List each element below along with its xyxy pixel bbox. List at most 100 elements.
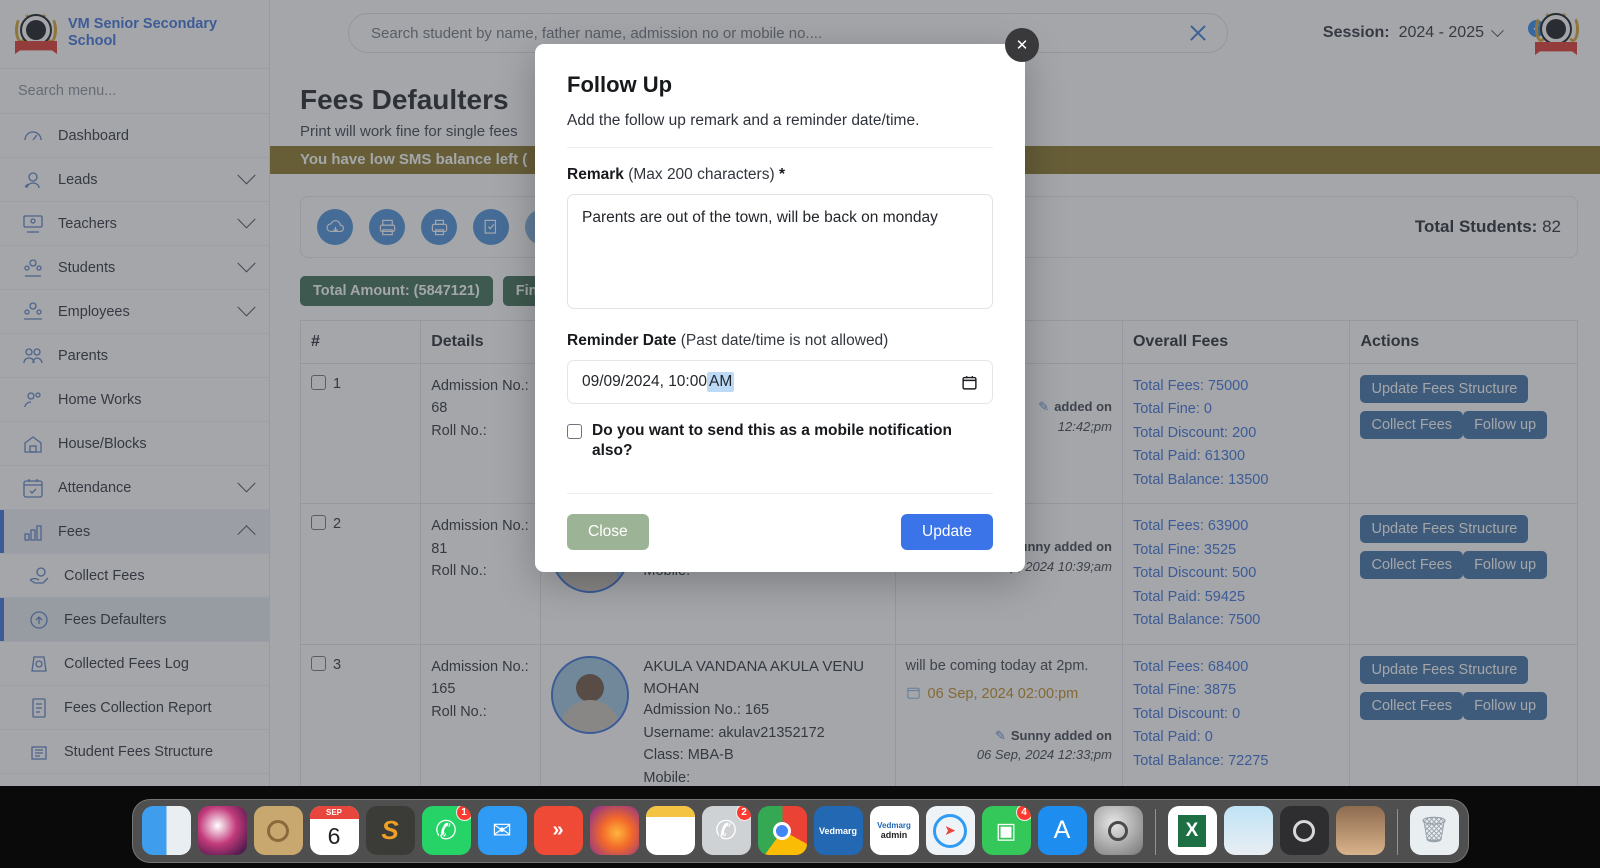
checklist-icon[interactable] bbox=[473, 209, 509, 245]
sidebar-item-collect-fees[interactable]: Collect Fees bbox=[0, 554, 269, 598]
row-checkbox[interactable] bbox=[311, 375, 326, 390]
total-students-label: Total Students: bbox=[1414, 217, 1538, 236]
sidebar-item-label: Home Works bbox=[58, 391, 142, 408]
sidebar-item-label: Leads bbox=[58, 171, 98, 188]
details-cell: Admission No.: 68 Roll No.: bbox=[420, 362, 542, 505]
reminder-datetime-input[interactable]: 09/09/2024, 10:00 AM bbox=[567, 360, 993, 404]
sidebar-item-fees-defaulters[interactable]: Fees Defaulters bbox=[0, 598, 269, 642]
sidebar-item-attendance[interactable]: Attendance bbox=[0, 466, 269, 510]
dock-badge: 1 bbox=[455, 806, 471, 821]
sidebar-item-fees-collection-report[interactable]: Fees Collection Report bbox=[0, 686, 269, 730]
dock-icon-contacts[interactable] bbox=[253, 806, 303, 855]
dock-icon-firefox[interactable] bbox=[589, 806, 639, 855]
fee-line: Total Fees: 68400 bbox=[1132, 658, 1249, 675]
calendar-icon[interactable] bbox=[961, 374, 978, 391]
action-button[interactable]: Follow up bbox=[1463, 691, 1548, 720]
avatar[interactable]: ✓ ★★★ bbox=[1528, 10, 1580, 56]
dock-icon-downloads-stack[interactable] bbox=[1335, 806, 1385, 855]
action-button[interactable]: Collect Fees bbox=[1360, 411, 1464, 439]
dock-icon-sublime-text[interactable]: S bbox=[365, 806, 415, 855]
sidebar-item-dashboard[interactable]: Dashboard bbox=[0, 114, 269, 158]
remark-textarea[interactable] bbox=[567, 194, 993, 309]
dock-icon-vedmarg-admin[interactable]: Vedmarg admin bbox=[869, 806, 919, 855]
brand-header[interactable]: ★★★ VM Senior Secondary School bbox=[0, 0, 269, 68]
dock-icon-vedmarg[interactable]: Vedmarg bbox=[813, 806, 863, 855]
roll-no: Roll No.: bbox=[431, 703, 487, 720]
dock-icon-mail[interactable]: ✉ bbox=[477, 806, 527, 855]
sidebar-item-home-works[interactable]: Home Works bbox=[0, 378, 269, 422]
dock-icon-chrome[interactable] bbox=[757, 806, 807, 855]
action-button[interactable]: Update Fees Structure bbox=[1360, 375, 1529, 403]
dock-icon-excel[interactable]: X bbox=[1167, 806, 1217, 855]
dock-icon-finder[interactable] bbox=[141, 806, 191, 855]
sidebar-item-students[interactable]: Students bbox=[0, 246, 269, 290]
teachers-icon bbox=[20, 211, 46, 237]
update-button[interactable]: Update bbox=[901, 514, 993, 551]
details-cell: Admission No.: 81 Roll No.: bbox=[420, 503, 542, 645]
session-selector[interactable]: Session: 2024 - 2025 bbox=[1323, 23, 1504, 42]
dock-icon-notes[interactable] bbox=[645, 806, 695, 855]
actions-cell: Update Fees Structure Collect Fees Follow … bbox=[1349, 503, 1578, 645]
sidebar-item-label: Dashboard bbox=[58, 127, 129, 144]
dock-icon-screenshot[interactable] bbox=[1279, 806, 1329, 855]
student-class: Class: MBA-B bbox=[643, 747, 734, 764]
action-button[interactable]: Follow up bbox=[1463, 551, 1548, 580]
dock-icon-trash[interactable]: 🗑 bbox=[1409, 806, 1459, 855]
sidebar-item-label: Collect Fees bbox=[64, 567, 145, 584]
mobile-notification-checkbox[interactable] bbox=[567, 424, 582, 439]
close-button[interactable]: Close bbox=[567, 514, 649, 551]
sidebar-item-employees[interactable]: Employees bbox=[0, 290, 269, 334]
sidebar-item-label: Fees bbox=[58, 523, 91, 540]
sidebar-item-collected-fees-log[interactable]: Collected Fees Log bbox=[0, 642, 269, 686]
dock-icon-preview[interactable] bbox=[1223, 806, 1273, 855]
chevron-down-icon bbox=[237, 298, 256, 317]
fee-line: Total Paid: 59425 bbox=[1132, 588, 1246, 605]
cloud-download-icon[interactable] bbox=[317, 209, 353, 245]
sidebar-item-label: Fees Collection Report bbox=[64, 699, 212, 716]
dock-icon-system-settings[interactable] bbox=[1093, 806, 1143, 855]
fee-line: Total Balance: 7500 bbox=[1132, 612, 1261, 629]
dock-icon-safari[interactable]: ➤ bbox=[925, 806, 975, 855]
fee-line: Total Fine: 3525 bbox=[1132, 541, 1237, 558]
sidebar-item-leads[interactable]: Leads bbox=[0, 158, 269, 202]
sidebar-item-teachers[interactable]: Teachers bbox=[0, 202, 269, 246]
sidebar-item-house-blocks[interactable]: House/Blocks bbox=[0, 422, 269, 466]
sidebar-item-parents[interactable]: Parents bbox=[0, 334, 269, 378]
print-icon[interactable] bbox=[369, 209, 405, 245]
close-x-icon[interactable] bbox=[1185, 20, 1211, 46]
fee-line: Total Paid: 0 bbox=[1132, 729, 1213, 746]
sidebar-item-label: Student Fees Structure bbox=[64, 743, 214, 760]
fee-line: Total Fine: 0 bbox=[1132, 401, 1212, 418]
col-number: # bbox=[299, 320, 422, 364]
menu-search-input[interactable]: Search menu... bbox=[0, 68, 269, 114]
row-checkbox[interactable] bbox=[311, 515, 326, 531]
session-value: 2024 - 2025 bbox=[1398, 24, 1484, 41]
action-button[interactable]: Update Fees Structure bbox=[1360, 515, 1529, 544]
action-button[interactable]: Follow up bbox=[1463, 411, 1548, 439]
dock-icon-calendar[interactable]: SEP 6 bbox=[309, 806, 359, 855]
dock-icon-whatsapp[interactable]: ✆ 1 bbox=[421, 806, 471, 855]
close-icon[interactable]: ✕ bbox=[1005, 28, 1039, 62]
dock-icon-whatsapp-business[interactable]: ✆ 2 bbox=[701, 806, 751, 855]
action-button[interactable]: Collect Fees bbox=[1360, 691, 1464, 720]
dock-icon-facetime[interactable]: ▣ 4 bbox=[981, 806, 1031, 855]
search-input[interactable] bbox=[371, 24, 1185, 42]
dock-icon-anydesk[interactable]: » bbox=[533, 806, 583, 855]
mobile-notification-row[interactable]: Do you want to send this as a mobile not… bbox=[567, 421, 993, 461]
students-icon bbox=[20, 255, 46, 281]
edit-icon: ✎ bbox=[1038, 399, 1050, 414]
dock-icon-app-store[interactable]: A bbox=[1037, 806, 1087, 855]
modal-title: Follow Up bbox=[567, 72, 673, 97]
printer-icon[interactable] bbox=[421, 209, 457, 245]
modal-footer: Close Update bbox=[567, 493, 993, 551]
dock-separator bbox=[1396, 809, 1398, 855]
student-username: Username: akulav21352172 bbox=[643, 724, 825, 741]
action-button[interactable]: Update Fees Structure bbox=[1360, 655, 1529, 684]
dock-icon-siri[interactable] bbox=[197, 806, 247, 855]
remark-required-mark: * bbox=[778, 166, 785, 183]
action-button[interactable]: Collect Fees bbox=[1360, 551, 1464, 580]
row-checkbox[interactable] bbox=[311, 655, 326, 671]
reminder-meridiem-value[interactable]: AM bbox=[706, 372, 735, 392]
sidebar-item-student-fees-structure[interactable]: Student Fees Structure bbox=[0, 730, 269, 774]
sidebar-item-fees[interactable]: Fees bbox=[0, 510, 269, 554]
